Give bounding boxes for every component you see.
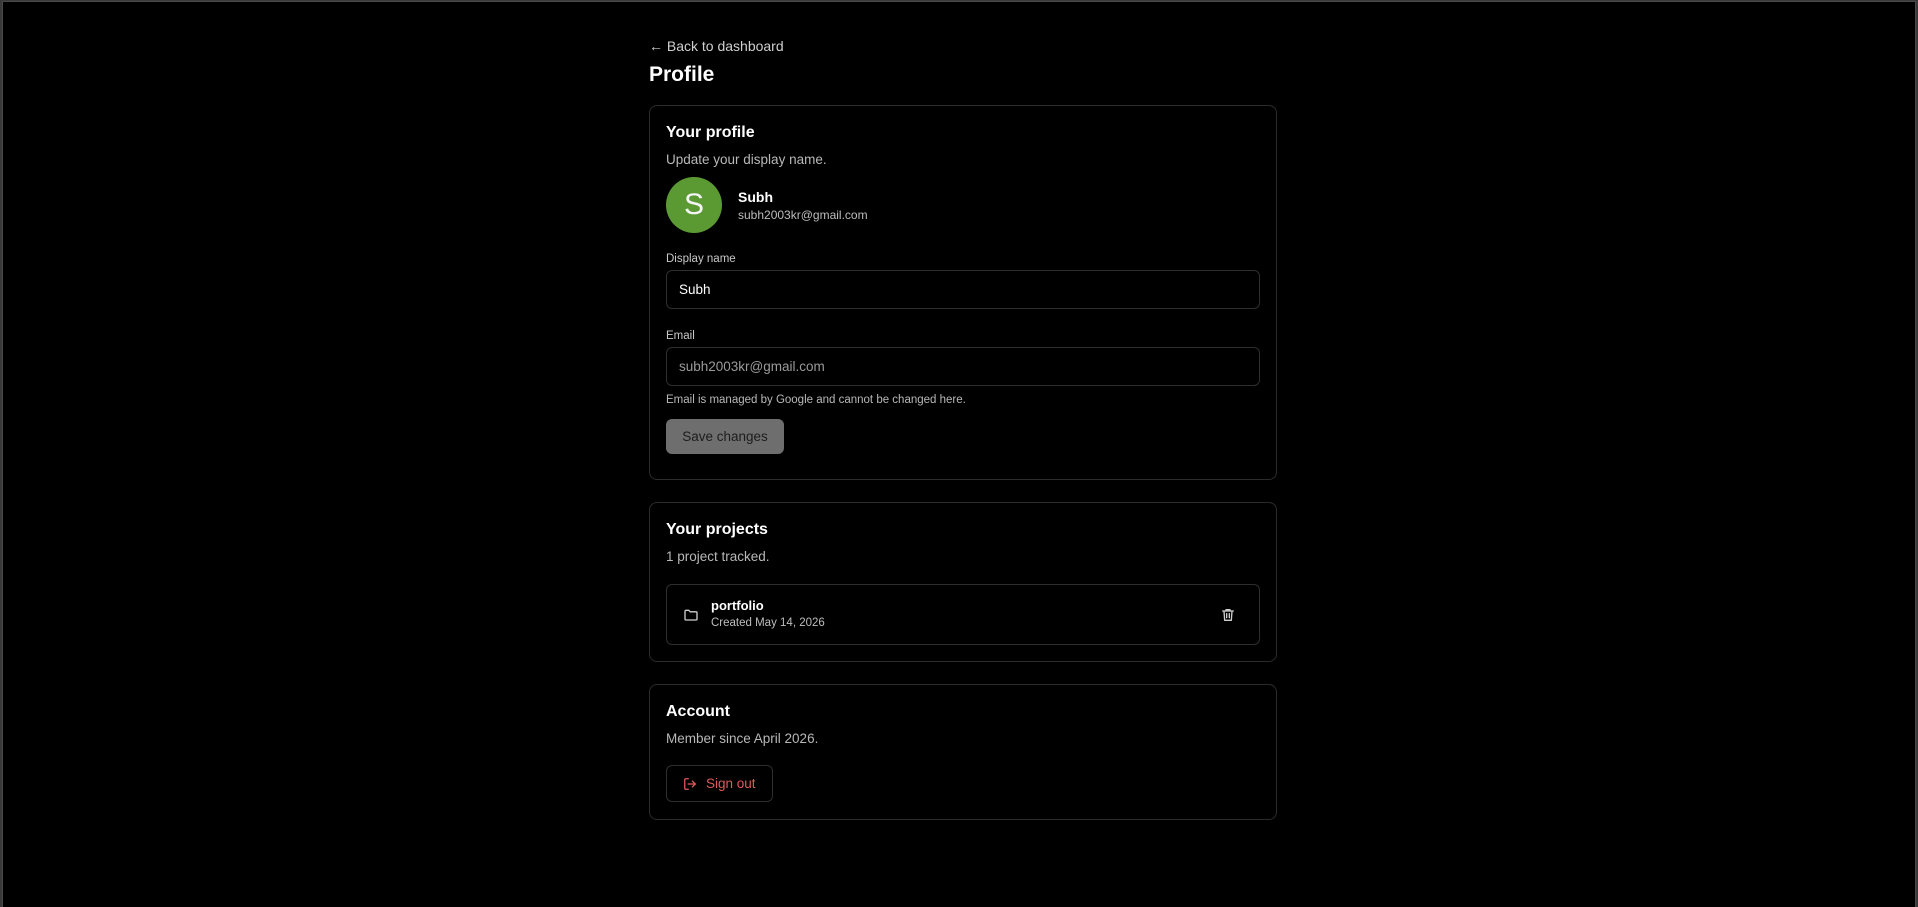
email-label: Email — [666, 330, 695, 342]
app-window: ← Back to dashboard Profile Your profile… — [2, 1, 1916, 907]
sign-out-button[interactable]: Sign out — [666, 765, 773, 802]
project-item[interactable]: portfolio Created May 14, 2026 — [666, 584, 1260, 645]
user-info: Subh subh2003kr@gmail.com — [738, 188, 868, 223]
email-field[interactable] — [666, 347, 1260, 386]
trash-icon[interactable] — [1219, 606, 1237, 624]
projects-card-title: Your projects — [666, 521, 768, 538]
back-to-dashboard-link[interactable]: ← Back to dashboard — [649, 37, 784, 55]
sign-out-label: Sign out — [706, 776, 756, 791]
account-card-title: Account — [666, 703, 730, 720]
save-changes-button[interactable]: Save changes — [666, 419, 784, 454]
profile-card-description: Update your display name. — [666, 152, 827, 167]
page-title: Profile — [649, 63, 715, 86]
profile-card: Your profile Update your display name. S… — [649, 105, 1277, 480]
member-since: Member since April 2026. — [666, 731, 819, 746]
account-card: Account Member since April 2026. Sign ou… — [649, 684, 1277, 820]
profile-card-title: Your profile — [666, 124, 755, 141]
display-name-label: Display name — [666, 253, 736, 265]
projects-card: Your projects 1 project tracked. portfol… — [649, 502, 1277, 662]
user-email: subh2003kr@gmail.com — [738, 207, 868, 222]
avatar: S — [666, 177, 722, 233]
project-name: portfolio — [711, 598, 764, 613]
logout-icon — [683, 777, 697, 791]
display-name-field[interactable] — [666, 270, 1260, 309]
user-name: Subh — [738, 188, 773, 205]
project-text: portfolio Created May 14, 2026 — [711, 598, 825, 631]
project-created-date: Created May 14, 2026 — [711, 617, 825, 629]
profile-page: ← Back to dashboard Profile Your profile… — [649, 37, 1277, 820]
email-help-text: Email is managed by Google and cannot be… — [666, 394, 966, 406]
user-summary: S Subh subh2003kr@gmail.com — [666, 177, 1260, 233]
projects-count: 1 project tracked. — [666, 549, 770, 564]
folder-icon — [683, 607, 699, 623]
